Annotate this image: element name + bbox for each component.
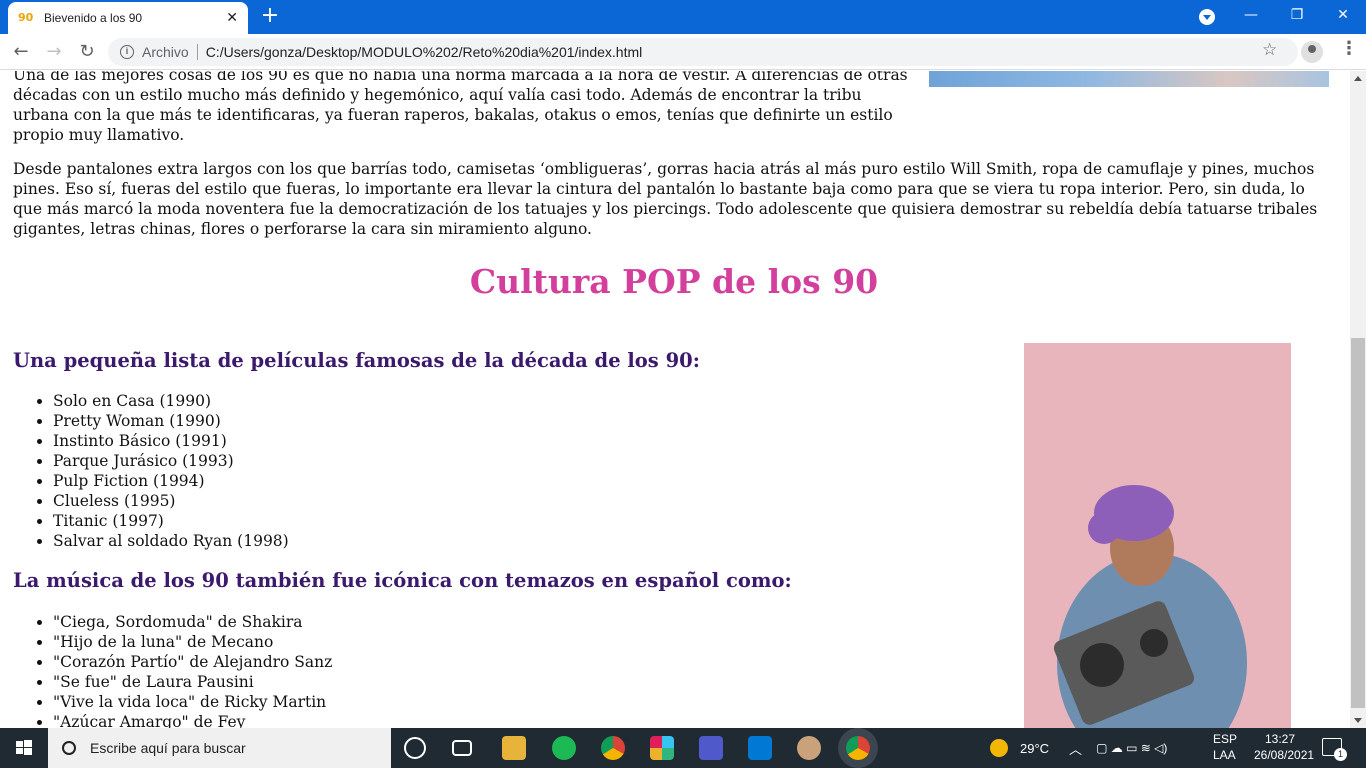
vscode-icon[interactable]	[748, 736, 772, 760]
minimize-button[interactable]: —	[1228, 0, 1274, 32]
close-tab-icon[interactable]: ✕	[226, 10, 238, 26]
new-tab-button[interactable]: +	[258, 5, 282, 29]
address-scheme-label: Archivo	[142, 44, 189, 60]
fashion-image	[929, 71, 1329, 87]
list-item: Salvar al soldado Ryan (1998)	[53, 531, 289, 551]
chrome-icon[interactable]	[601, 736, 625, 760]
list-item: Clueless (1995)	[53, 491, 289, 511]
list-item: "Ciega, Sordomuda" de Shakira	[53, 612, 332, 632]
address-bar[interactable]: i Archivo C:/Users/gonza/Desktop/MODULO%…	[108, 38, 1298, 66]
restore-button[interactable]: ❐	[1274, 0, 1320, 32]
info-icon[interactable]: i	[120, 45, 134, 59]
language-indicator[interactable]: ESP LAA	[1213, 731, 1237, 763]
scrollbar-thumb[interactable]	[1351, 338, 1365, 708]
section-title: Cultura POP de los 90	[469, 262, 879, 301]
list-item: "Vive la vida loca" de Ricky Martin	[53, 692, 332, 712]
profile-avatar-icon[interactable]	[1301, 41, 1323, 63]
spotify-icon[interactable]	[552, 736, 576, 760]
address-separator	[196, 44, 198, 60]
bookmark-star-icon[interactable]: ☆	[1262, 40, 1277, 60]
clock-time: 13:27	[1264, 732, 1296, 746]
start-button[interactable]	[0, 728, 48, 768]
search-icon	[62, 741, 76, 755]
teams-icon[interactable]	[699, 736, 723, 760]
notification-count-badge: 1	[1334, 748, 1347, 761]
list-item: "Azúcar Amargo" de Fey	[53, 712, 332, 728]
file-explorer-icon[interactable]	[502, 736, 526, 760]
keyboard-layout: LAA	[1213, 748, 1236, 762]
list-item: Instinto Básico (1991)	[53, 431, 289, 451]
page-scrollbar[interactable]	[1350, 71, 1366, 728]
reload-icon[interactable]: ↻	[75, 40, 99, 64]
windows-logo-icon	[16, 740, 32, 755]
movies-list: Solo en Casa (1990) Pretty Woman (1990) …	[53, 391, 289, 551]
clock-date: 26/08/2021	[1254, 748, 1315, 762]
weather-sun-icon[interactable]	[990, 739, 1008, 757]
forward-arrow-icon[interactable]: →	[42, 40, 66, 64]
chrome-active-icon[interactable]	[846, 736, 870, 760]
tray-icons[interactable]: ▢ ☁ ▭ ≋ ◁)	[1096, 741, 1167, 755]
system-tray: 29°C ︿ ▢ ☁ ▭ ≋ ◁)	[990, 728, 1167, 768]
address-url[interactable]: C:/Users/gonza/Desktop/MODULO%202/Reto%2…	[206, 44, 643, 60]
browser-menu-icon[interactable]: ⋮	[1340, 38, 1358, 59]
movies-heading: Una pequeña lista de películas famosas d…	[13, 349, 700, 372]
weather-temperature[interactable]: 29°C	[1020, 741, 1049, 756]
woman-with-boombox-photo	[1024, 343, 1291, 728]
browser-titlebar: 90 Bievenido a los 90 ✕ + — ❐ ✕	[0, 0, 1366, 34]
music-heading: La música de los 90 también fue icónica …	[13, 569, 792, 592]
fashion-paragraph-1: Una de las mejores cosas de los 90 es qu…	[13, 71, 908, 144]
taskbar-clock[interactable]: 13:27 26/08/2021	[1254, 731, 1315, 763]
slack-icon[interactable]	[650, 736, 674, 760]
fashion-paragraph-2: Desde pantalones extra largos con los qu…	[13, 160, 1318, 238]
page-content: Una de las mejores cosas de los 90 es qu…	[0, 71, 1350, 728]
list-item: Solo en Casa (1990)	[53, 391, 289, 411]
list-item: "Se fue" de Laura Pausini	[53, 672, 332, 692]
list-item: Pulp Fiction (1994)	[53, 471, 289, 491]
cortana-icon[interactable]	[404, 737, 426, 759]
taskbar-search-box[interactable]: Escribe aquí para buscar	[48, 728, 391, 768]
task-view-icon[interactable]	[452, 740, 472, 756]
chevron-up-icon[interactable]: ︿	[1069, 739, 1082, 758]
windows-taskbar: Escribe aquí para buscar 29°C ︿ ▢ ☁ ▭ ≋ …	[0, 728, 1366, 768]
back-arrow-icon[interactable]: ←	[9, 40, 33, 64]
tab-search-dropdown-icon[interactable]	[1199, 9, 1215, 25]
scroll-down-arrow-icon[interactable]	[1354, 718, 1362, 723]
browser-tab[interactable]: 90 Bievenido a los 90 ✕	[8, 2, 248, 34]
list-item: "Hijo de la luna" de Mecano	[53, 632, 332, 652]
songs-list: "Ciega, Sordomuda" de Shakira "Hijo de l…	[53, 612, 332, 728]
list-item: "Corazón Partío" de Alejandro Sanz	[53, 652, 332, 672]
browser-toolbar: ← → ↻ i Archivo C:/Users/gonza/Desktop/M…	[0, 34, 1366, 70]
list-item: Pretty Woman (1990)	[53, 411, 289, 431]
tab-title: Bievenido a los 90	[44, 11, 143, 25]
notification-center-icon[interactable]: 1	[1322, 738, 1347, 761]
tab-favicon-icon: 90	[18, 11, 34, 24]
list-item: Titanic (1997)	[53, 511, 289, 531]
taskbar-search-placeholder: Escribe aquí para buscar	[90, 740, 246, 756]
language-code: ESP	[1213, 732, 1238, 746]
paint-icon[interactable]	[797, 736, 821, 760]
close-window-button[interactable]: ✕	[1320, 0, 1366, 32]
scroll-up-arrow-icon[interactable]	[1354, 76, 1362, 81]
list-item: Parque Jurásico (1993)	[53, 451, 289, 471]
